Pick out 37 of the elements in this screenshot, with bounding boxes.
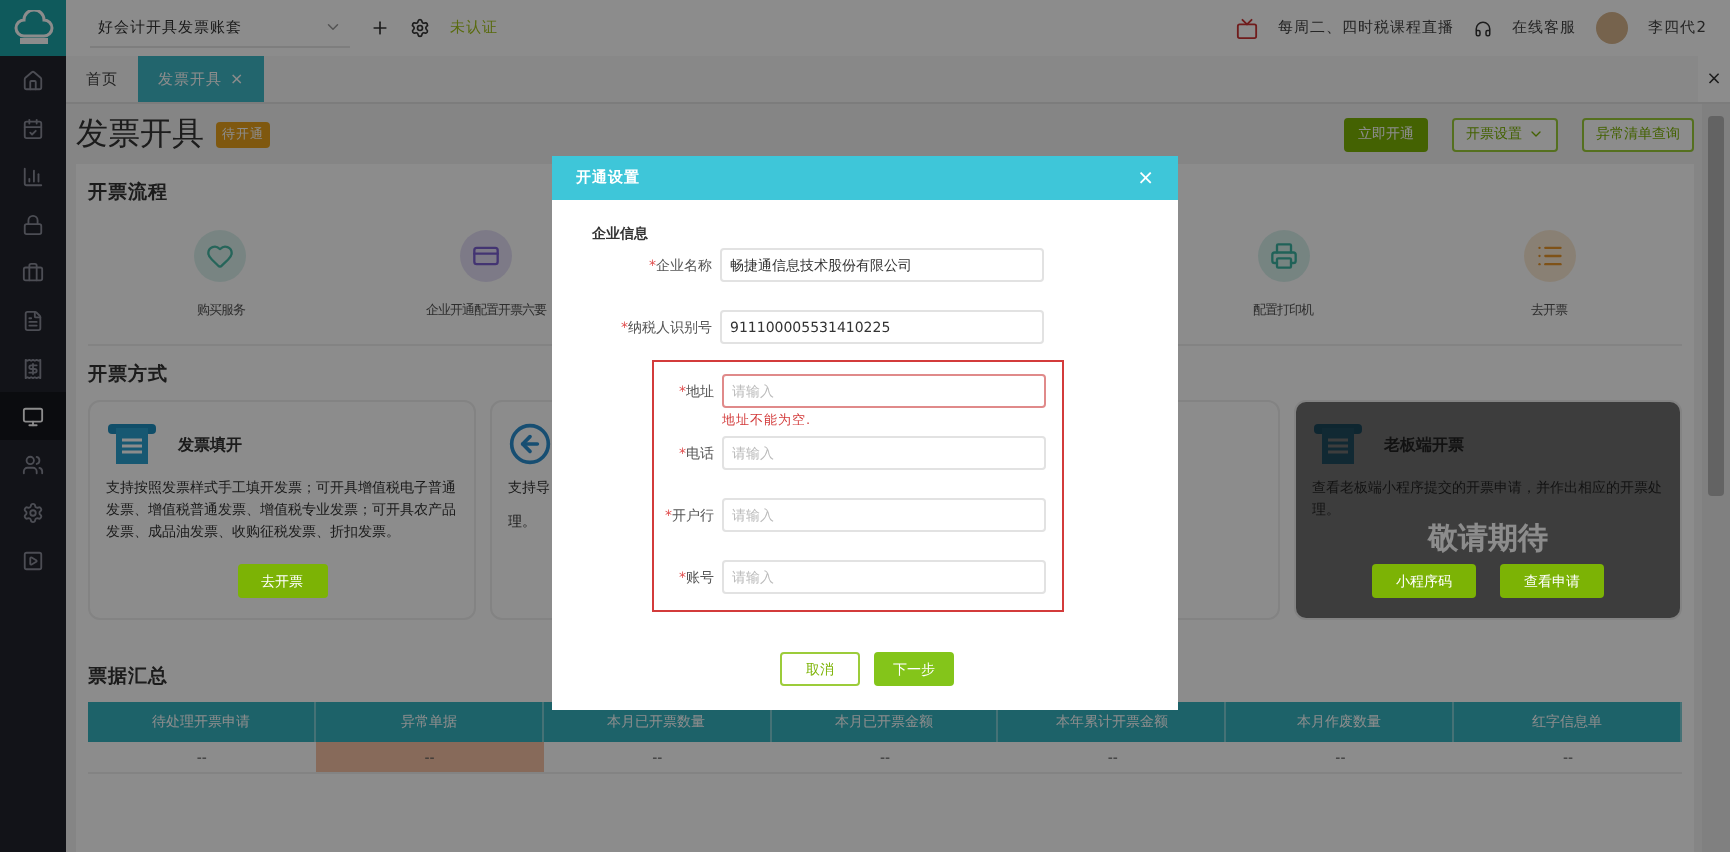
calendar-icon (22, 117, 44, 139)
caret-icon (1528, 126, 1544, 142)
invoice-icon (106, 422, 158, 466)
lock-icon (22, 213, 44, 235)
app-logo[interactable] (0, 0, 66, 56)
card-title: 发票填开 (178, 433, 242, 455)
bar-chart-icon (22, 165, 44, 187)
receipt-icon (22, 357, 44, 379)
caret-icon (324, 18, 342, 36)
close-button[interactable]: × (1137, 167, 1154, 189)
scrollbar[interactable] (1702, 104, 1730, 852)
close-button[interactable]: × (1698, 56, 1730, 102)
printer-icon (1269, 242, 1298, 270)
list-icon (1535, 242, 1564, 270)
import-icon (508, 422, 552, 466)
headset-icon (1474, 19, 1493, 37)
page-title: 发票开具 (76, 113, 204, 155)
section-title: 开票方式 (88, 361, 168, 390)
sidebar-item[interactable] (0, 392, 66, 440)
section-title: 开票流程 (88, 179, 168, 208)
monitor-icon (22, 405, 44, 427)
briefcase-icon (22, 261, 44, 283)
heart-icon (206, 242, 235, 270)
invoice-icon (1312, 422, 1364, 466)
users-icon (22, 453, 44, 475)
coming-soon-label: 敬请期待 (1428, 520, 1548, 558)
document-icon (22, 309, 44, 331)
user-avatar[interactable] (1596, 12, 1629, 44)
cloud-logo-icon (13, 10, 53, 46)
play-icon (22, 549, 44, 571)
home-icon (22, 69, 44, 91)
card-icon (472, 242, 501, 270)
tv-icon (1236, 17, 1259, 39)
section-title: 票据汇总 (88, 664, 168, 692)
add-icon[interactable] (370, 18, 390, 38)
gear-icon (22, 501, 44, 523)
settings-icon[interactable] (410, 18, 430, 38)
